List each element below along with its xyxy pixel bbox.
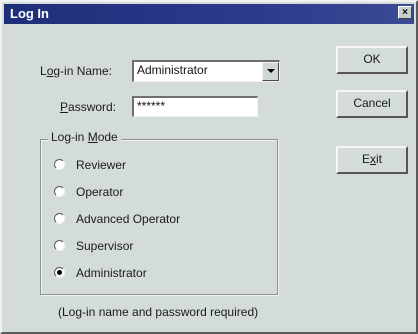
radio-button[interactable] [54,159,65,170]
radio-dot-icon [57,270,62,275]
window-title: Log In [10,6,49,21]
radio-label: Administrator [76,266,147,280]
radio-label: Advanced Operator [76,212,181,226]
close-icon[interactable]: × [398,6,412,19]
radio-button[interactable] [54,240,65,251]
radio-button[interactable] [54,213,65,224]
login-name-label: Log-in Name: [40,64,113,78]
login-name-dropdown-button[interactable] [262,62,279,81]
ok-button[interactable]: OK [336,46,408,74]
password-field[interactable]: ****** [132,96,258,117]
exit-button[interactable]: Exit [336,146,408,174]
radio-button-selected[interactable] [54,267,65,278]
title-bar: Log In × [4,4,414,24]
radio-label: Reviewer [76,158,127,172]
chevron-down-icon [267,69,275,73]
login-dialog: Log In × Log-in Name: Administrator Pass… [0,0,418,334]
password-value: ****** [137,99,166,113]
radio-label: Supervisor [76,239,134,253]
cancel-button[interactable]: Cancel [336,90,408,118]
login-mode-label: Log-in Mode [48,130,121,144]
password-label: Password: [60,100,117,114]
radio-label: Operator [76,185,124,199]
login-name-combo[interactable]: Administrator [132,60,280,82]
requirement-note: (Log-in name and password required) [58,305,259,319]
login-name-value: Administrator [137,63,208,77]
radio-button[interactable] [54,186,65,197]
